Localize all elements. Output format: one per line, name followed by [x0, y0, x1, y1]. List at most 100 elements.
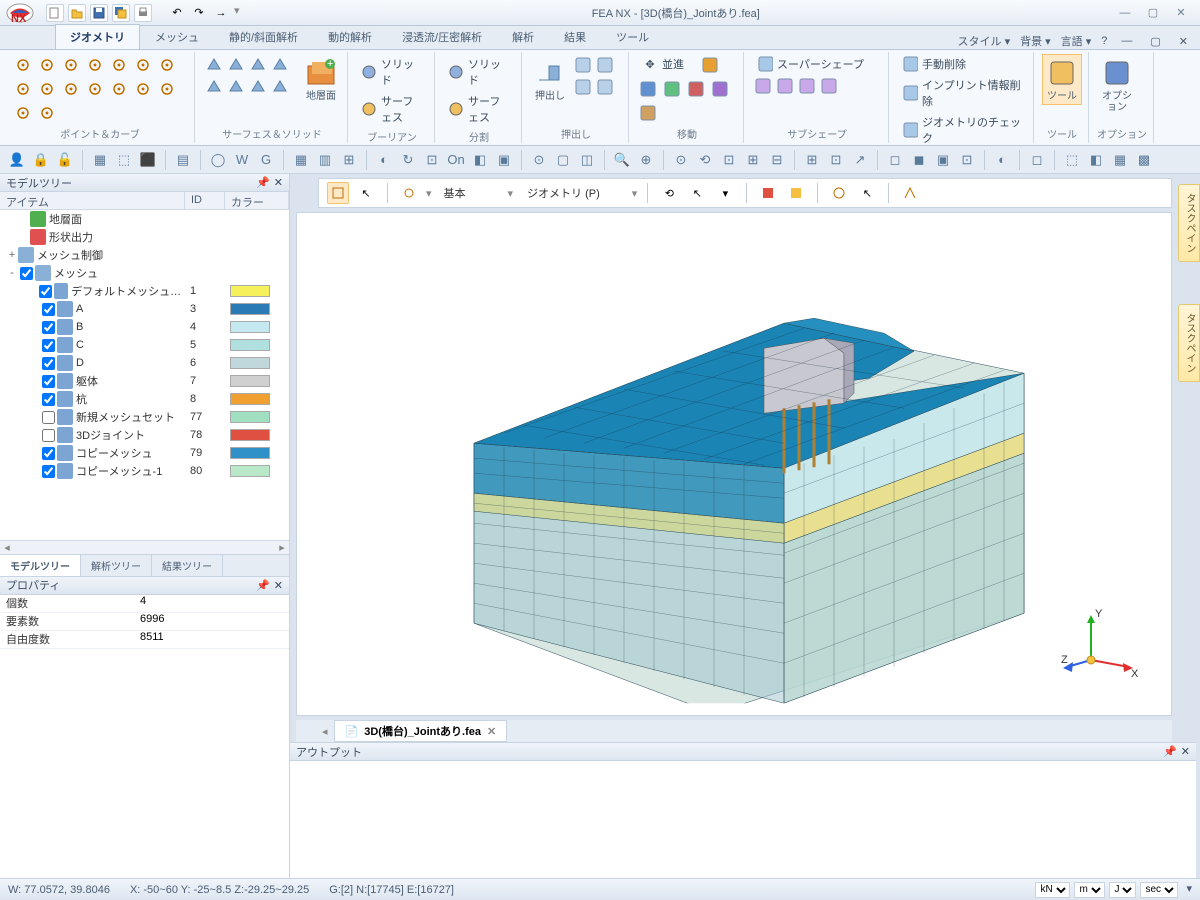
pin-icon[interactable]: 📌: [256, 176, 270, 189]
ribbon-tab-6[interactable]: 結果: [549, 24, 601, 49]
geom-tool-8[interactable]: [36, 78, 58, 100]
mesh-item-80[interactable]: コピーメッシュ-180: [0, 462, 289, 480]
vp-tool-5[interactable]: [785, 182, 807, 204]
surf-tool-5[interactable]: [225, 76, 247, 98]
sub-tool-1[interactable]: [774, 75, 796, 97]
output-body[interactable]: [290, 761, 1196, 878]
child-win-min[interactable]: —: [1117, 33, 1136, 49]
qat-new[interactable]: [46, 4, 64, 22]
move-opt-1[interactable]: [637, 78, 659, 100]
close-icon[interactable]: ✕: [274, 176, 283, 189]
close-icon[interactable]: ✕: [1181, 745, 1190, 758]
vp-cursor-icon[interactable]: ↖: [355, 182, 377, 204]
geom-tool-12[interactable]: [132, 78, 154, 100]
extrude-opt-3[interactable]: [594, 76, 616, 98]
big-オプション[interactable]: オプション: [1097, 54, 1137, 116]
big-ツール[interactable]: ツール: [1042, 54, 1082, 105]
geom-tool-3[interactable]: [84, 54, 106, 76]
tb2-btn-45[interactable]: ⊡: [956, 149, 978, 171]
unit-select-1[interactable]: m: [1074, 882, 1105, 898]
tb2-btn-5[interactable]: ⬚: [113, 149, 135, 171]
tb2-btn-27[interactable]: ◫: [576, 149, 598, 171]
ribbon-tab-7[interactable]: ツール: [601, 24, 664, 49]
vp-pick-icon[interactable]: [398, 182, 420, 204]
tb2-btn-25[interactable]: ⊙: [528, 149, 550, 171]
tb2-btn-22[interactable]: ◧: [469, 149, 491, 171]
tb2-btn-38[interactable]: ⊞: [801, 149, 823, 171]
cmd-ジオメトリのチェック[interactable]: ジオメトリのチェック: [897, 112, 1027, 148]
tb2-btn-33[interactable]: ⟲: [694, 149, 716, 171]
sub-tool-0[interactable]: [752, 75, 774, 97]
tb2-btn-15[interactable]: ▥: [314, 149, 336, 171]
big-押出し[interactable]: 押出し: [530, 54, 570, 105]
qat-redo[interactable]: ↷: [190, 4, 208, 22]
mesh-item-79[interactable]: コピーメッシュ79: [0, 444, 289, 462]
tb2-btn-29[interactable]: 🔍: [611, 149, 633, 171]
tb2-btn-8[interactable]: ▤: [172, 149, 194, 171]
qat-save[interactable]: [90, 4, 108, 22]
scroll-left[interactable]: ◂: [0, 541, 14, 554]
geom-tool-14[interactable]: [12, 102, 34, 124]
tb2-btn-43[interactable]: ◼: [908, 149, 930, 171]
mesh-item-7[interactable]: 躯体7: [0, 372, 289, 390]
geom-tool-4[interactable]: [108, 54, 130, 76]
tb2-btn-52[interactable]: ◧: [1085, 149, 1107, 171]
qat-open[interactable]: [68, 4, 86, 22]
geom-tool-1[interactable]: [36, 54, 58, 76]
extrude-opt-1[interactable]: [594, 54, 616, 76]
scroll-right[interactable]: ▸: [275, 541, 289, 554]
qat-print[interactable]: [134, 4, 152, 22]
tb2-btn-10[interactable]: ◯: [207, 149, 229, 171]
sub-tool-2[interactable]: [796, 75, 818, 97]
doc-close-icon[interactable]: ✕: [487, 725, 496, 738]
vp-select-icon[interactable]: [327, 182, 349, 204]
mesh-item-1[interactable]: デフォルトメッシュセッ...1: [0, 282, 289, 300]
tb2-btn-51[interactable]: ⬚: [1061, 149, 1083, 171]
minimize-button[interactable]: —: [1112, 4, 1138, 22]
tb2-btn-32[interactable]: ⊙: [670, 149, 692, 171]
ribbon-tab-2[interactable]: 静的/斜面解析: [214, 24, 313, 49]
vp-tool-7[interactable]: ↖: [856, 182, 878, 204]
task-pane-tab-1[interactable]: タスクペイン: [1178, 184, 1200, 262]
tree-body[interactable]: 地層面形状出力+メッシュ制御-メッシュデフォルトメッシュセッ...1A3B4C5…: [0, 210, 289, 540]
tb2-btn-12[interactable]: G: [255, 149, 277, 171]
tb2-btn-40[interactable]: ↗: [849, 149, 871, 171]
tb2-btn-21[interactable]: On: [445, 149, 467, 171]
move-opt-2[interactable]: [661, 78, 683, 100]
tb2-btn-36[interactable]: ⊟: [766, 149, 788, 171]
geom-tool-6[interactable]: [156, 54, 178, 76]
tb2-btn-47[interactable]: ◐: [991, 149, 1013, 171]
vp-tool-8[interactable]: [899, 182, 921, 204]
vp-tool-3[interactable]: ▾: [714, 182, 736, 204]
tb2-btn-39[interactable]: ⊡: [825, 149, 847, 171]
ribbon-right-0[interactable]: スタイル ▾: [958, 33, 1011, 49]
ブーリアン-ソリッド[interactable]: ソリッド: [356, 54, 428, 90]
tab-scroll-left[interactable]: ◂: [322, 725, 328, 738]
ribbon-right-1[interactable]: 背景 ▾: [1020, 33, 1051, 49]
geom-tool-0[interactable]: [12, 54, 34, 76]
mesh-item-6[interactable]: D6: [0, 354, 289, 372]
tb2-btn-23[interactable]: ▣: [493, 149, 515, 171]
分割-ソリッド[interactable]: ソリッド: [443, 54, 515, 90]
move-並進[interactable]: ✥並進: [637, 54, 697, 74]
qat-undo[interactable]: ↶: [168, 4, 186, 22]
mesh-item-5[interactable]: C5: [0, 336, 289, 354]
ribbon-tab-3[interactable]: 動的解析: [313, 24, 387, 49]
mesh-item-3[interactable]: A3: [0, 300, 289, 318]
分割-サーフェス[interactable]: サーフェス: [443, 91, 515, 127]
tree-item-メッシュ[interactable]: -メッシュ: [0, 264, 289, 282]
cmd-手動削除[interactable]: 手動削除: [897, 54, 1027, 74]
tb2-btn-6[interactable]: ⬛: [137, 149, 159, 171]
extrude-opt-2[interactable]: [572, 76, 594, 98]
surf-tool-1[interactable]: [225, 54, 247, 76]
pin-icon[interactable]: 📌: [256, 579, 270, 592]
close-icon[interactable]: ✕: [274, 579, 283, 592]
vp-mode-dropdown[interactable]: [606, 184, 626, 202]
3d-canvas[interactable]: Y X Z: [296, 212, 1172, 716]
move-opt-4[interactable]: [709, 78, 731, 100]
qat-saveall[interactable]: [112, 4, 130, 22]
tb2-btn-42[interactable]: ◻: [884, 149, 906, 171]
tree-tab-1[interactable]: 解析ツリー: [81, 555, 152, 576]
pin-icon[interactable]: 📌: [1163, 745, 1177, 758]
tree-tab-2[interactable]: 結果ツリー: [152, 555, 223, 576]
